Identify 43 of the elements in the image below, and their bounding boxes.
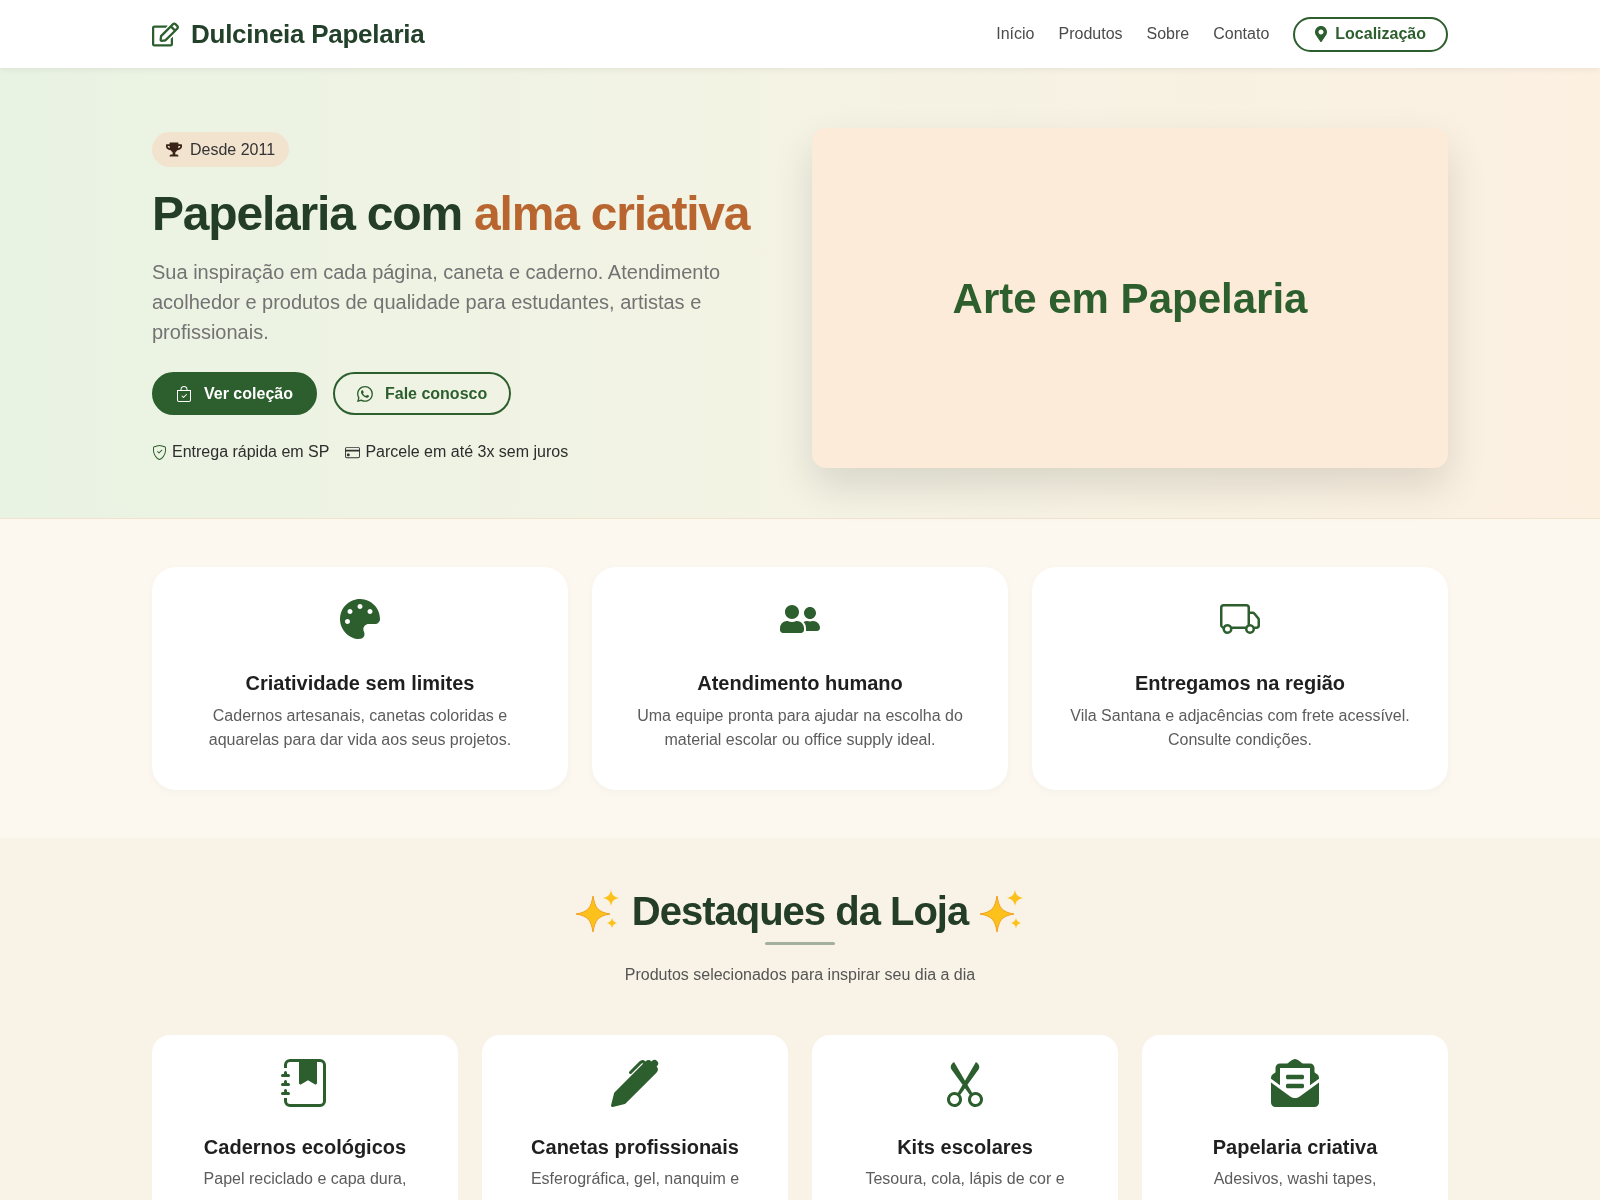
product-description: Esferográfica, gel, nanquim e [530, 1169, 740, 1189]
nav-link[interactable]: Contato [1213, 22, 1270, 46]
pen-icon [611, 1059, 659, 1107]
credit-card-icon [345, 444, 361, 460]
edit-icon [152, 20, 179, 48]
feature-title: Atendimento humano [697, 671, 903, 696]
feature-description: Uma equipe pronta para ajudar na escolha do material escolar ou office supply ideal. [636, 706, 964, 750]
hero-title: Papelaria com alma criativa [152, 186, 750, 242]
map-pin-icon [1315, 26, 1328, 42]
feature-description: Cadernos artesanais, canetas coloridas e aquarelas para dar vida aos seus projetos. [207, 706, 513, 750]
feature-title: Criatividade sem limites [245, 671, 475, 696]
product-description: Papel reciclado e capa dura, [203, 1169, 407, 1189]
bag-check-icon [176, 385, 192, 402]
badge-label: Desde 2011 [190, 139, 276, 160]
envelope-icon [1271, 1059, 1319, 1107]
contact-button[interactable]: Fale conosco [332, 372, 512, 415]
section-subtitle: Produtos selecionados para inspirar seu dia a dia [624, 965, 976, 985]
feature-description: Vila Santana e adjacências com frete acessível. Consulte condições. [1069, 706, 1411, 750]
palette-icon [340, 599, 380, 639]
showcase-title: Arte em Papelaria [952, 273, 1308, 324]
product-title: Kits escolares [897, 1135, 1033, 1160]
location-button[interactable]: Localização [1293, 16, 1448, 52]
perk-text: Parcele em até 3x sem juros [365, 442, 569, 462]
section-title: Destaques da Loja [631, 888, 969, 935]
notebook-icon [281, 1059, 329, 1107]
product-description: Tesoura, cola, lápis de cor e [865, 1169, 1065, 1189]
feature-title: Entregamos na região [1134, 671, 1346, 696]
collection-button[interactable]: Ver coleção [152, 372, 317, 415]
trophy-icon [166, 142, 182, 157]
nav-link[interactable]: Produtos [1058, 22, 1123, 46]
nav-link[interactable]: Sobre [1146, 22, 1190, 46]
product-description: Adesivos, washi tapes, [1213, 1169, 1377, 1189]
product-title: Cadernos ecológicos [203, 1135, 407, 1160]
shield-check-icon [152, 444, 167, 460]
sparkle-icon [575, 890, 620, 932]
sparkle-icon [980, 890, 1025, 932]
hero-description: Sua inspiração em cada página, caneta e caderno. Atendimento acolhedor e produtos de qualidade para estudantes, artistas e profissionais. [152, 260, 722, 345]
chat-bubble-icon [356, 385, 373, 402]
product-title: Canetas profissionais [531, 1135, 739, 1160]
perk-text: Entrega rápida em SP [172, 442, 330, 462]
product-title: Papelaria criativa [1212, 1135, 1378, 1160]
brand-name: Dulcineia Papelaria [191, 17, 425, 51]
nav-link[interactable]: Início [996, 22, 1035, 46]
